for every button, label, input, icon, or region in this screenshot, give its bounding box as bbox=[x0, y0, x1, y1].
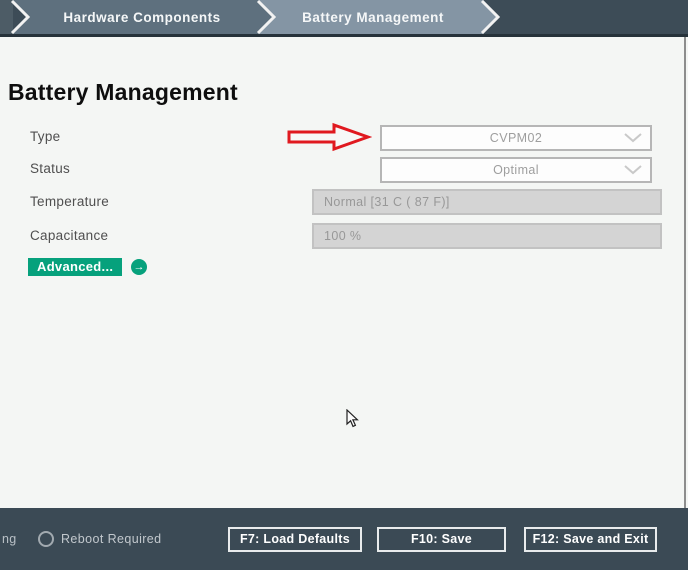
reboot-required-label: Reboot Required bbox=[61, 532, 162, 546]
temperature-label: Temperature bbox=[30, 194, 110, 209]
capacitance-field: 100 % bbox=[312, 223, 662, 249]
advanced-button[interactable]: Advanced... bbox=[28, 258, 123, 276]
temperature-field: Normal [31 C ( 87 F)] bbox=[312, 189, 662, 215]
breadcrumb-item-battery-management[interactable]: Battery Management bbox=[302, 10, 444, 25]
footer-bar: ng Reboot Required F7: Load Defaults F10… bbox=[0, 508, 688, 570]
breadcrumb: Hardware Components Battery Management bbox=[0, 0, 688, 37]
chevron-down-icon bbox=[624, 133, 642, 143]
status-value: Optimal bbox=[493, 163, 539, 177]
breadcrumb-item-hardware-components[interactable]: Hardware Components bbox=[63, 10, 220, 25]
capacitance-label: Capacitance bbox=[30, 228, 109, 243]
window-right-border bbox=[684, 37, 686, 508]
save-button[interactable]: F10: Save bbox=[377, 527, 506, 552]
mouse-cursor-icon bbox=[346, 409, 359, 428]
load-defaults-button[interactable]: F7: Load Defaults bbox=[228, 527, 362, 552]
save-and-exit-button[interactable]: F12: Save and Exit bbox=[524, 527, 657, 552]
type-dropdown[interactable]: CVPM02 bbox=[380, 125, 652, 151]
truncated-status-text: ng bbox=[2, 532, 17, 546]
red-arrow-annotation-icon bbox=[287, 122, 372, 152]
type-label: Type bbox=[30, 129, 61, 144]
status-dropdown[interactable]: Optimal bbox=[380, 157, 652, 183]
status-label: Status bbox=[30, 161, 71, 176]
chevron-down-icon bbox=[624, 165, 642, 175]
page-title: Battery Management bbox=[8, 79, 238, 105]
reboot-required-indicator-icon bbox=[38, 531, 54, 547]
breadcrumb-previous-segment-sliver[interactable] bbox=[0, 0, 13, 34]
main-content: Battery Management Type CVPM02 Status Op… bbox=[0, 37, 688, 508]
type-value: CVPM02 bbox=[489, 131, 543, 145]
arrow-right-circle-icon[interactable]: → bbox=[131, 259, 147, 275]
